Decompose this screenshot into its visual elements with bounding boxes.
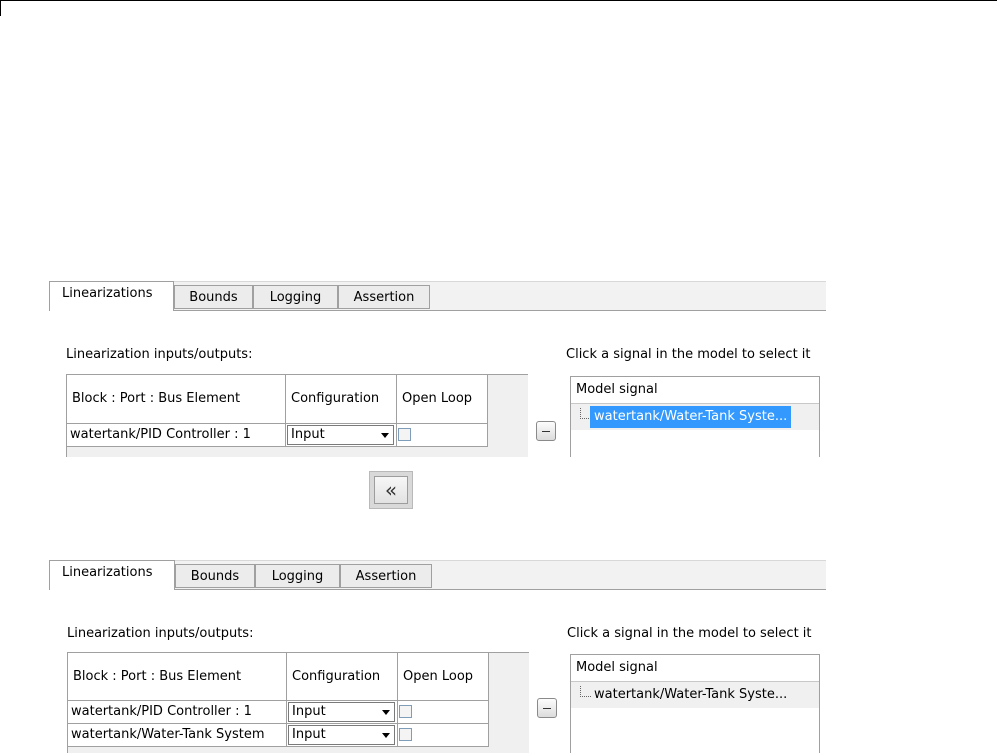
table-row-block-cell[interactable]: watertank/PID Controller : 1 (68, 701, 287, 724)
tab-bounds[interactable]: Bounds (174, 285, 253, 309)
open-loop-checkbox[interactable] (399, 705, 412, 718)
io-table: Block : Port : Bus Element Configuration… (67, 652, 529, 753)
tab-bar: Linearizations Bounds Logging Assertion (49, 560, 826, 590)
table-row-open-loop-cell[interactable] (398, 701, 489, 724)
io-table: Block : Port : Bus Element Configuration… (66, 374, 528, 457)
select-hint-label: Click a signal in the model to select it (566, 347, 811, 362)
tree-item-signal[interactable]: watertank/Water-Tank Syste... (590, 684, 791, 706)
chevron-down-icon (382, 733, 390, 738)
model-signal-tree: Model signal watertank/Water-Tank Syste.… (570, 654, 820, 753)
tab-assertion[interactable]: Assertion (338, 285, 430, 309)
column-header-open-loop[interactable]: Open Loop (398, 653, 489, 701)
column-header-configuration[interactable]: Configuration (286, 375, 397, 424)
configuration-dropdown[interactable]: Input (287, 425, 394, 445)
configuration-dropdown[interactable]: Input (288, 702, 395, 722)
tab-bar: Linearizations Bounds Logging Assertion (49, 281, 826, 311)
io-title-label: Linearization inputs/outputs: (66, 347, 253, 362)
tab-logging[interactable]: Logging (255, 564, 340, 588)
column-header-block[interactable]: Block : Port : Bus Element (67, 375, 286, 424)
column-header-block[interactable]: Block : Port : Bus Element (68, 653, 287, 701)
minus-icon (542, 431, 550, 432)
table-row-block-cell[interactable]: watertank/PID Controller : 1 (67, 424, 286, 447)
select-hint-label: Click a signal in the model to select it (567, 626, 812, 641)
model-signal-tree: Model signal watertank/Water-Tank Syste.… (570, 376, 820, 457)
remove-button[interactable] (537, 698, 557, 718)
panel-before: Linearizations Bounds Logging Assertion … (49, 281, 826, 461)
remove-button[interactable] (536, 421, 556, 441)
open-loop-checkbox[interactable] (399, 728, 412, 741)
tab-assertion[interactable]: Assertion (340, 564, 432, 588)
chevron-down-icon (381, 433, 389, 438)
table-row-configuration-cell[interactable]: Input (287, 724, 398, 747)
table-row-open-loop-cell[interactable] (398, 724, 489, 747)
configuration-value: Input (292, 704, 326, 719)
table-row-open-loop-cell[interactable] (397, 424, 488, 447)
tab-logging[interactable]: Logging (253, 285, 338, 309)
table-row-configuration-cell[interactable]: Input (287, 701, 398, 724)
chevron-down-icon (382, 710, 390, 715)
io-title-label: Linearization inputs/outputs: (67, 626, 254, 641)
tab-linearizations[interactable]: Linearizations (49, 560, 175, 590)
table-row-block-cell[interactable]: watertank/Water-Tank System (68, 724, 287, 747)
minus-icon (543, 708, 551, 709)
double-chevron-left-icon: « (374, 476, 408, 504)
tree-header[interactable]: Model signal (571, 655, 819, 682)
tree-header[interactable]: Model signal (571, 377, 819, 404)
column-header-configuration[interactable]: Configuration (287, 653, 398, 701)
open-loop-checkbox[interactable] (398, 428, 411, 441)
panel-after: Linearizations Bounds Logging Assertion … (49, 560, 826, 753)
configuration-value: Input (292, 727, 326, 742)
table-row-configuration-cell[interactable]: Input (286, 424, 397, 447)
configuration-dropdown[interactable]: Input (288, 725, 395, 745)
tab-bounds[interactable]: Bounds (175, 564, 255, 588)
configuration-value: Input (291, 427, 325, 442)
column-header-open-loop[interactable]: Open Loop (397, 375, 488, 424)
top-corner-mark (0, 0, 1, 16)
tree-item-signal[interactable]: watertank/Water-Tank Syste... (590, 406, 792, 428)
top-border-line (0, 0, 997, 1)
move-left-button[interactable]: « (369, 471, 413, 509)
tab-linearizations[interactable]: Linearizations (49, 281, 174, 311)
